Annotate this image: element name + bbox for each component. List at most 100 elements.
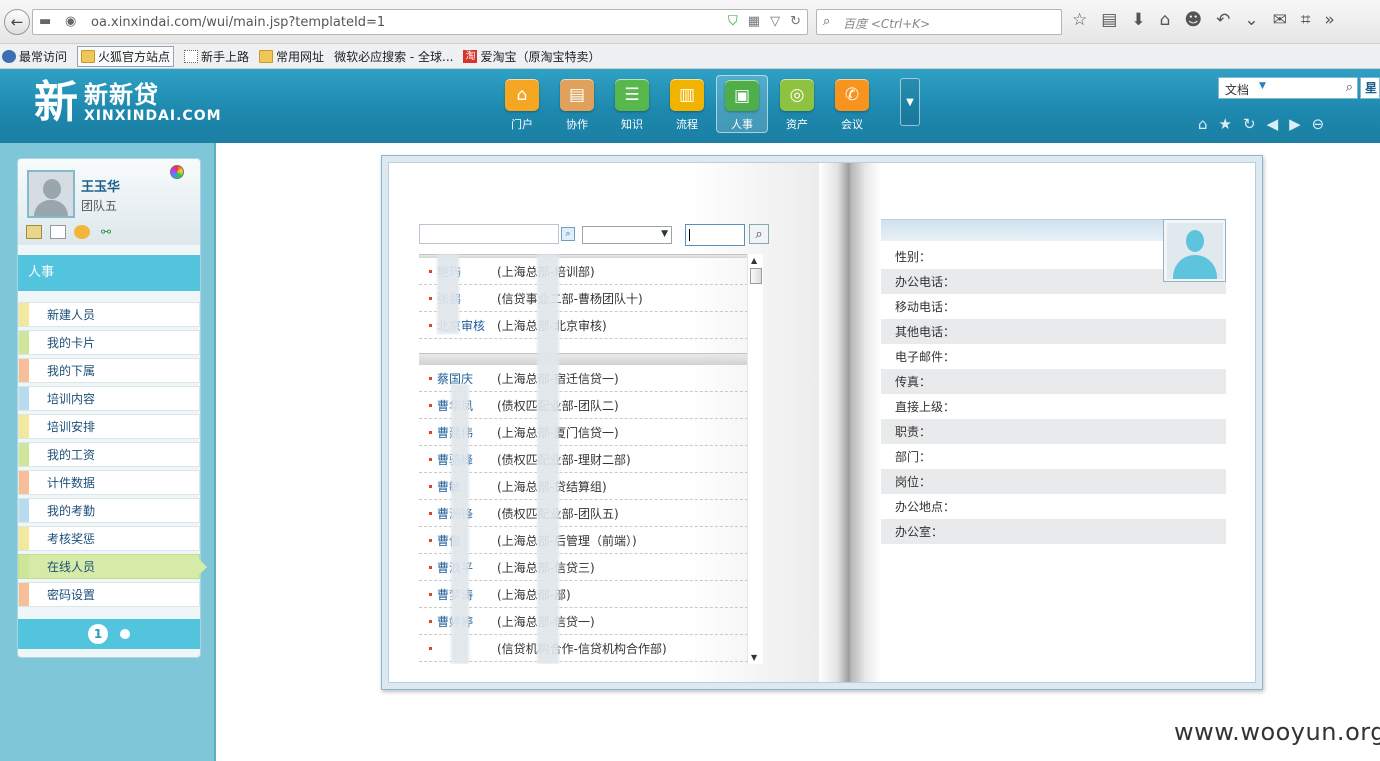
module-3[interactable]: ▥ 流程 (661, 75, 713, 133)
card-field: 移动电话： (895, 300, 956, 314)
list-item[interactable]: 北京审核(上海总部-北京审核) (419, 312, 763, 339)
theme-icon[interactable] (170, 165, 184, 179)
browser-search-box[interactable]: ⌕ 百度 <Ctrl+K> (816, 9, 1062, 35)
favorite-icon[interactable]: ★ (1219, 115, 1232, 133)
department-select[interactable]: ▼ (582, 226, 672, 244)
home-icon[interactable]: ⌂ (1160, 10, 1171, 30)
list-item[interactable]: 曹婷婷(上海总部-信贷一) (419, 608, 763, 635)
list-item[interactable]: 艳玙(上海总部-培训部) (419, 258, 763, 285)
bullet-icon (429, 270, 432, 273)
sidebar-item-label: 我的工资 (47, 448, 96, 462)
bullet-icon (429, 512, 432, 515)
page-1-button[interactable]: 1 (88, 624, 108, 644)
sidebar-item[interactable]: 培训安排 (18, 414, 200, 439)
crop-icon[interactable]: ⌗ (1301, 10, 1311, 30)
browser-toolbar: ← ▬ ◉ oa.xinxindai.com/wui/main.jsp?temp… (0, 0, 1380, 44)
sidebar-item-label: 我的考勤 (47, 504, 96, 518)
scroll-down-icon[interactable]: ▼ (751, 653, 757, 662)
home-icon[interactable]: ⌂ (1198, 115, 1208, 133)
url-bar[interactable]: ▬ ◉ oa.xinxindai.com/wui/main.jsp?templa… (32, 9, 808, 35)
qr-icon[interactable]: ▦ (748, 14, 760, 29)
list-item[interactable]: (信贷机构合作-信贷机构合作部) (419, 635, 763, 662)
module-0[interactable]: ⌂ 门户 (496, 75, 548, 133)
refresh-icon[interactable]: ↻ (1243, 115, 1256, 133)
reading-list-icon[interactable]: ▤ (1101, 10, 1117, 30)
avatar[interactable] (27, 170, 75, 218)
bookmark-item[interactable]: 常用网址 (259, 48, 324, 65)
star-button[interactable]: 星 (1360, 77, 1380, 99)
list-item[interactable]: 曹骆峰(债权匹配业部-理财二部) (419, 446, 763, 473)
back-button[interactable]: ← (4, 9, 30, 35)
edit-icon[interactable] (50, 225, 66, 239)
sidebar-item[interactable]: 培训内容 (18, 386, 200, 411)
logo[interactable]: 新 新新贷 XINXINDAI.COM (34, 78, 222, 128)
bullet-icon (429, 566, 432, 569)
star-icon[interactable]: ☆ (1072, 10, 1087, 30)
sidebar-item[interactable]: 在线人员 (18, 554, 207, 579)
forward-icon[interactable]: ▶ (1289, 115, 1301, 133)
module-icon: ▣ (725, 80, 759, 111)
page-2-button[interactable] (120, 629, 130, 639)
smiley-icon[interactable]: ☻ (1184, 10, 1202, 30)
scroll-thumb[interactable] (750, 268, 762, 284)
chevron-down-icon[interactable]: ⌄ (1244, 10, 1258, 30)
list-item[interactable]: 曹华凤(债权匹配业部-团队二) (419, 392, 763, 419)
doc-search-box[interactable]: 文档 ▼ ⌕ (1218, 77, 1358, 99)
list-item[interactable]: 曹梦涛(上海总部-部) (419, 581, 763, 608)
list-item[interactable]: 曹洲锋(债权匹配业部-团队五) (419, 500, 763, 527)
bookmark-item[interactable]: 最常访问 (2, 48, 67, 65)
keyword-input[interactable] (685, 224, 745, 246)
sidebar-item[interactable]: 计件数据 (18, 470, 200, 495)
bookmark-item[interactable]: 微软必应搜索 - 全球... (334, 48, 453, 65)
search-button[interactable]: ⌕ (749, 224, 769, 244)
sidebar-item[interactable]: 我的卡片 (18, 330, 200, 355)
logout-icon[interactable]: ⊖ (1312, 115, 1325, 133)
reload-icon[interactable]: ↻ (790, 14, 801, 29)
sidebar-item[interactable]: 考核奖惩 (18, 526, 200, 551)
bookmark-label: 微软必应搜索 - 全球... (334, 49, 454, 64)
search-icon[interactable]: ⌕ (1346, 80, 1353, 95)
sidebar-item[interactable]: 我的工资 (18, 442, 200, 467)
back-icon[interactable]: ◀ (1267, 115, 1279, 133)
module-4[interactable]: ▣ 人事 (716, 75, 768, 133)
card-field: 岗位： (881, 469, 1226, 494)
book-icon[interactable] (26, 225, 42, 239)
download-icon[interactable]: ⬇ (1131, 10, 1145, 30)
module-6[interactable]: ✆ 会议 (826, 75, 878, 133)
sidebar-item[interactable]: 新建人员 (18, 302, 200, 327)
list-item[interactable]: 曹建伟(上海总部-厦门信贷一) (419, 419, 763, 446)
scroll-up-icon[interactable]: ▲ (751, 256, 757, 265)
org-chart-icon[interactable]: ⚯ (98, 225, 114, 239)
module-2[interactable]: ☰ 知识 (606, 75, 658, 133)
dropdown-icon[interactable]: ▽ (770, 14, 780, 29)
chevron-down-icon[interactable]: ▼ (1259, 81, 1266, 91)
shield-icon[interactable]: ⛉ (728, 14, 738, 29)
list-item[interactable]: 曹浪平(上海总部-信贷三) (419, 554, 763, 581)
search-icon[interactable]: ⌕ (561, 227, 575, 241)
module-1[interactable]: ▤ 协作 (551, 75, 603, 133)
sidebar-item[interactable]: 密码设置 (18, 582, 200, 607)
name-search-input[interactable] (419, 224, 559, 244)
bookmark-item[interactable]: 淘爱淘宝（原淘宝特卖） (463, 48, 600, 65)
list-item[interactable]: 蔡国庆(上海总部-宿迁信贷一) (419, 365, 763, 392)
bullet-icon (429, 324, 432, 327)
list-item[interactable]: 张鹏(信贷事业二部-曹杨团队十) (419, 285, 763, 312)
module-more-button[interactable]: ▼ (900, 78, 920, 126)
module-5[interactable]: ◎ 资产 (771, 75, 823, 133)
bookmark-item[interactable]: 新手上路 (184, 48, 249, 65)
chat-icon[interactable]: ✉ (1273, 10, 1287, 30)
bookmark-item[interactable]: 火狐官方站点 (77, 45, 175, 67)
sidebar-item-label: 培训内容 (47, 392, 96, 406)
doc-search-type[interactable]: 文档 (1225, 81, 1249, 98)
list-item[interactable]: 曹俊 (上海总部-后管理（前端）) (419, 527, 763, 554)
lock-icon[interactable] (74, 225, 90, 239)
sidebar-item[interactable]: 我的考勤 (18, 498, 200, 523)
list-item[interactable]: 曹敏(上海总部-贷结算组) (419, 473, 763, 500)
person-dept: (信贷事业二部-曹杨团队十) (497, 291, 643, 306)
more-icon[interactable]: » (1324, 10, 1334, 30)
group-header[interactable] (419, 353, 763, 365)
undo-icon[interactable]: ↶ (1216, 10, 1230, 30)
sidebar-item[interactable]: 我的下属 (18, 358, 200, 383)
list-scrollbar[interactable]: ▲ ▼ (747, 254, 763, 664)
user-name[interactable]: 王玉华 (81, 176, 120, 195)
